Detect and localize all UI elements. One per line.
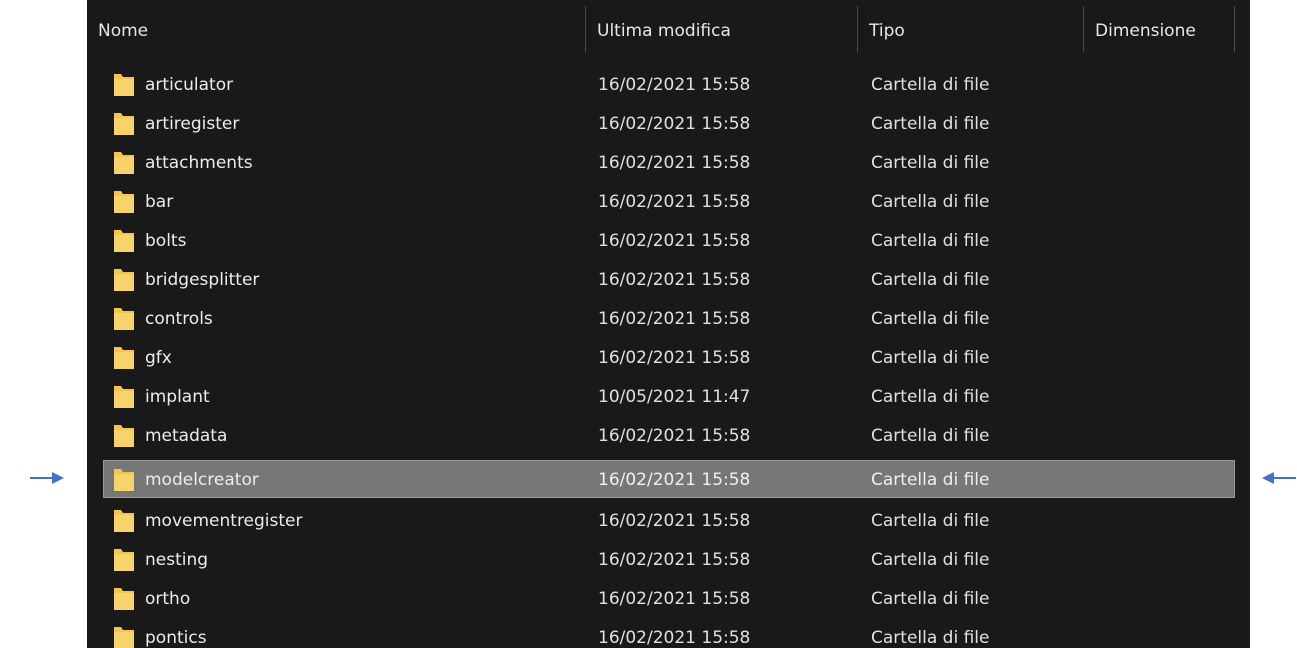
item-modified: 16/02/2021 15:58 [598, 426, 751, 446]
column-header-bar: Nome Ultima modifica Tipo Dimensione [87, 0, 1250, 62]
item-type: Cartella di file [871, 628, 990, 648]
item-type: Cartella di file [871, 511, 990, 531]
item-modified: 16/02/2021 15:58 [598, 511, 751, 531]
item-modified: 16/02/2021 15:58 [598, 231, 751, 251]
item-modified: 16/02/2021 15:58 [598, 192, 751, 212]
folder-icon [114, 425, 134, 447]
item-type: Cartella di file [871, 470, 990, 490]
item-name: articulator [145, 75, 234, 95]
item-modified: 16/02/2021 15:58 [598, 550, 751, 570]
folder-icon [114, 113, 134, 135]
column-header-name[interactable]: Nome [87, 0, 585, 62]
item-modified: 16/02/2021 15:58 [598, 114, 751, 134]
column-header-name-label: Nome [98, 21, 149, 41]
item-type: Cartella di file [871, 309, 990, 329]
column-header-type[interactable]: Tipo [858, 0, 1083, 62]
item-name: implant [145, 387, 210, 407]
item-modified: 16/02/2021 15:58 [598, 589, 751, 609]
item-type: Cartella di file [871, 114, 990, 134]
column-header-size[interactable]: Dimensione [1084, 0, 1234, 62]
item-name: gfx [145, 348, 172, 368]
list-item[interactable]: movementregister 16/02/2021 15:58 Cartel… [103, 501, 1235, 539]
list-item[interactable]: artiregister 16/02/2021 15:58 Cartella d… [103, 104, 1235, 142]
item-type: Cartella di file [871, 192, 990, 212]
item-type: Cartella di file [871, 550, 990, 570]
list-item[interactable]: attachments 16/02/2021 15:58 Cartella di… [103, 143, 1235, 181]
folder-icon [114, 230, 134, 252]
folder-icon [114, 308, 134, 330]
annotation-arrow-left-icon [1262, 472, 1296, 484]
list-item[interactable]: bar 16/02/2021 15:58 Cartella di file [103, 182, 1235, 220]
folder-icon [114, 191, 134, 213]
item-modified: 16/02/2021 15:58 [598, 153, 751, 173]
item-modified: 16/02/2021 15:58 [598, 348, 751, 368]
list-item[interactable]: ortho 16/02/2021 15:58 Cartella di file [103, 579, 1235, 617]
item-name: movementregister [145, 511, 303, 531]
folder-icon [114, 74, 134, 96]
item-name: bolts [145, 231, 187, 251]
item-name: attachments [145, 153, 253, 173]
folder-icon [114, 549, 134, 571]
column-header-modified-label: Ultima modifica [597, 21, 731, 41]
item-modified: 16/02/2021 15:58 [598, 470, 751, 490]
item-name: bridgesplitter [145, 270, 260, 290]
item-type: Cartella di file [871, 75, 990, 95]
folder-icon [114, 588, 134, 610]
item-modified: 10/05/2021 11:47 [598, 387, 751, 407]
folder-icon [114, 269, 134, 291]
folder-icon [114, 386, 134, 408]
item-modified: 16/02/2021 15:58 [598, 309, 751, 329]
list-item[interactable]: pontics 16/02/2021 15:58 Cartella di fil… [103, 618, 1235, 648]
item-name: artiregister [145, 114, 240, 134]
item-name: pontics [145, 628, 207, 648]
item-name: modelcreator [145, 470, 259, 490]
item-name: bar [145, 192, 174, 212]
list-item-selected[interactable]: modelcreator 16/02/2021 15:58 Cartella d… [103, 460, 1235, 498]
item-type: Cartella di file [871, 589, 990, 609]
item-name: controls [145, 309, 213, 329]
list-item[interactable]: metadata 16/02/2021 15:58 Cartella di fi… [103, 416, 1235, 454]
list-item[interactable]: implant 10/05/2021 11:47 Cartella di fil… [103, 377, 1235, 415]
list-item[interactable]: bridgesplitter 16/02/2021 15:58 Cartella… [103, 260, 1235, 298]
item-type: Cartella di file [871, 153, 990, 173]
annotation-arrow-right-icon [30, 472, 64, 484]
column-divider[interactable] [1234, 6, 1235, 52]
column-header-size-label: Dimensione [1095, 21, 1196, 41]
column-header-type-label: Tipo [869, 21, 905, 41]
column-header-modified[interactable]: Ultima modifica [586, 0, 857, 62]
folder-icon [114, 627, 134, 648]
list-item[interactable]: controls 16/02/2021 15:58 Cartella di fi… [103, 299, 1235, 337]
item-modified: 16/02/2021 15:58 [598, 270, 751, 290]
item-type: Cartella di file [871, 231, 990, 251]
item-name: ortho [145, 589, 191, 609]
item-type: Cartella di file [871, 387, 990, 407]
item-name: metadata [145, 426, 228, 446]
item-type: Cartella di file [871, 426, 990, 446]
folder-icon [114, 510, 134, 532]
chevron-up-icon [333, 0, 349, 6]
list-item[interactable]: articulator 16/02/2021 15:58 Cartella di… [103, 65, 1235, 103]
file-list-view: Nome Ultima modifica Tipo Dimensione art… [87, 0, 1250, 648]
item-type: Cartella di file [871, 348, 990, 368]
folder-icon [114, 469, 134, 491]
item-modified: 16/02/2021 15:58 [598, 628, 751, 648]
item-modified: 16/02/2021 15:58 [598, 75, 751, 95]
folder-icon [114, 152, 134, 174]
item-type: Cartella di file [871, 270, 990, 290]
item-name: nesting [145, 550, 209, 570]
list-item[interactable]: bolts 16/02/2021 15:58 Cartella di file [103, 221, 1235, 259]
list-item[interactable]: gfx 16/02/2021 15:58 Cartella di file [103, 338, 1235, 376]
folder-icon [114, 347, 134, 369]
list-item[interactable]: nesting 16/02/2021 15:58 Cartella di fil… [103, 540, 1235, 578]
